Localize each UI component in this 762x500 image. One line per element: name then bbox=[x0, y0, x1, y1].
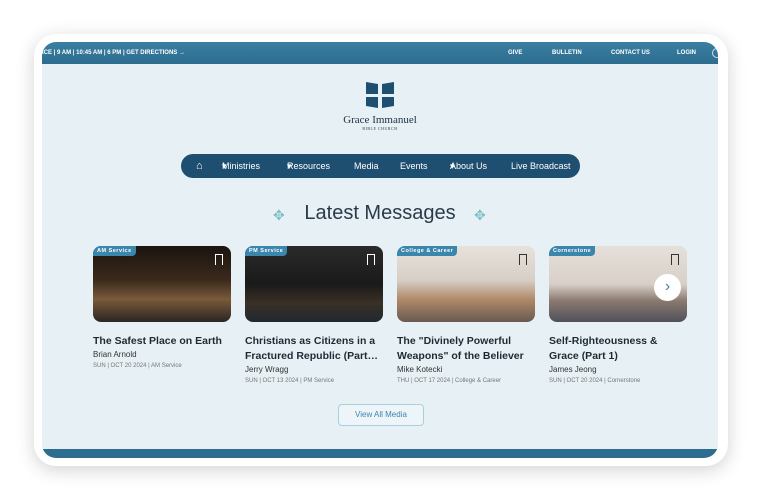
category-tag: AM Service bbox=[93, 246, 136, 256]
nav-label: About Us bbox=[450, 160, 488, 171]
nav-label: Ministries bbox=[222, 160, 261, 171]
arrow-right-icon: → bbox=[178, 50, 185, 56]
message-card[interactable]: AM Service The Safest Place on Earth Bri… bbox=[93, 246, 231, 369]
nav-ministries[interactable]: Ministries ▾ bbox=[222, 161, 260, 172]
message-speaker: Mike Kotecki bbox=[397, 365, 443, 374]
chevron-right-icon: › bbox=[664, 278, 671, 295]
message-card[interactable]: PM Service Christians as Citizens in a F… bbox=[245, 246, 383, 384]
message-meta: SUN | OCT 20 2024 | AM Service bbox=[93, 363, 182, 369]
sermon-thumbnail: PM Service bbox=[245, 246, 383, 322]
message-title[interactable]: Self-Righteousness & Grace (Part 1) bbox=[549, 334, 687, 364]
sparkle-icon: ✥ bbox=[474, 207, 486, 223]
message-title[interactable]: The "Divinely Powerful Weapons" of the B… bbox=[397, 334, 535, 364]
message-title[interactable]: The Safest Place on Earth bbox=[93, 334, 231, 349]
carousel-next-button[interactable]: › bbox=[654, 274, 681, 301]
message-meta: SUN | OCT 20 2024 | Cornerstone bbox=[549, 378, 641, 384]
bookmark-icon[interactable] bbox=[671, 254, 679, 265]
section-title: Latest Messages bbox=[304, 202, 456, 224]
sermon-thumbnail: AM Service bbox=[93, 246, 231, 322]
bookmark-icon[interactable] bbox=[367, 254, 375, 265]
contact-us-link[interactable]: CONTACT US bbox=[611, 50, 650, 56]
category-tag: Cornerstone bbox=[549, 246, 596, 256]
bookmark-icon[interactable] bbox=[215, 254, 223, 265]
nav-resources[interactable]: Resources ▾ bbox=[287, 161, 330, 172]
search-icon[interactable] bbox=[712, 48, 718, 58]
message-title[interactable]: Christians as Citizens in a Fractured Re… bbox=[245, 334, 383, 364]
message-speaker: Jerry Wragg bbox=[245, 365, 289, 374]
message-card[interactable]: College & Career The "Divinely Powerful … bbox=[397, 246, 535, 384]
service-times-link[interactable]: ICE | 9 AM | 10:45 AM | 6 PM | GET DIREC… bbox=[42, 50, 185, 56]
give-link[interactable]: GIVE bbox=[508, 50, 522, 56]
category-tag: College & Career bbox=[397, 246, 458, 256]
service-times: ICE | 9 AM | 10:45 AM | 6 PM | GET DIREC… bbox=[42, 50, 178, 56]
top-bar: ICE | 9 AM | 10:45 AM | 6 PM | GET DIREC… bbox=[42, 42, 718, 64]
message-meta: THU | OCT 17 2024 | College & Career bbox=[397, 378, 502, 384]
home-icon[interactable]: ⌂ bbox=[196, 160, 203, 172]
bulletin-link[interactable]: BULLETIN bbox=[552, 50, 582, 56]
nav-live-broadcast[interactable]: Live Broadcast bbox=[511, 161, 571, 171]
login-link[interactable]: LOGIN bbox=[677, 50, 696, 56]
message-speaker: Brian Arnold bbox=[93, 350, 137, 359]
footer-strip bbox=[42, 449, 718, 458]
bible-logo-icon bbox=[366, 82, 394, 108]
nav-events[interactable]: Events bbox=[400, 161, 428, 171]
bookmark-icon[interactable] bbox=[519, 254, 527, 265]
main-nav: ⌂ Ministries ▾ Resources ▾ Media Events … bbox=[181, 154, 580, 178]
view-all-media-button[interactable]: View All Media bbox=[338, 404, 424, 426]
category-tag: PM Service bbox=[245, 246, 288, 256]
sermon-thumbnail: College & Career bbox=[397, 246, 535, 322]
nav-media[interactable]: Media bbox=[354, 161, 379, 171]
nav-label: Resources bbox=[287, 160, 331, 171]
nav-about-us[interactable]: About Us ▾ bbox=[450, 161, 487, 172]
logo-name[interactable]: Grace Immanuel bbox=[42, 114, 718, 126]
website-screen: ICE | 9 AM | 10:45 AM | 6 PM | GET DIREC… bbox=[42, 42, 718, 458]
message-meta: SUN | OCT 13 2024 | PM Service bbox=[245, 378, 335, 384]
message-card[interactable]: Cornerstone Self-Righteousness & Grace (… bbox=[549, 246, 687, 384]
message-speaker: James Jeong bbox=[549, 365, 597, 374]
logo-subtitle: BIBLE CHURCH bbox=[362, 126, 398, 131]
